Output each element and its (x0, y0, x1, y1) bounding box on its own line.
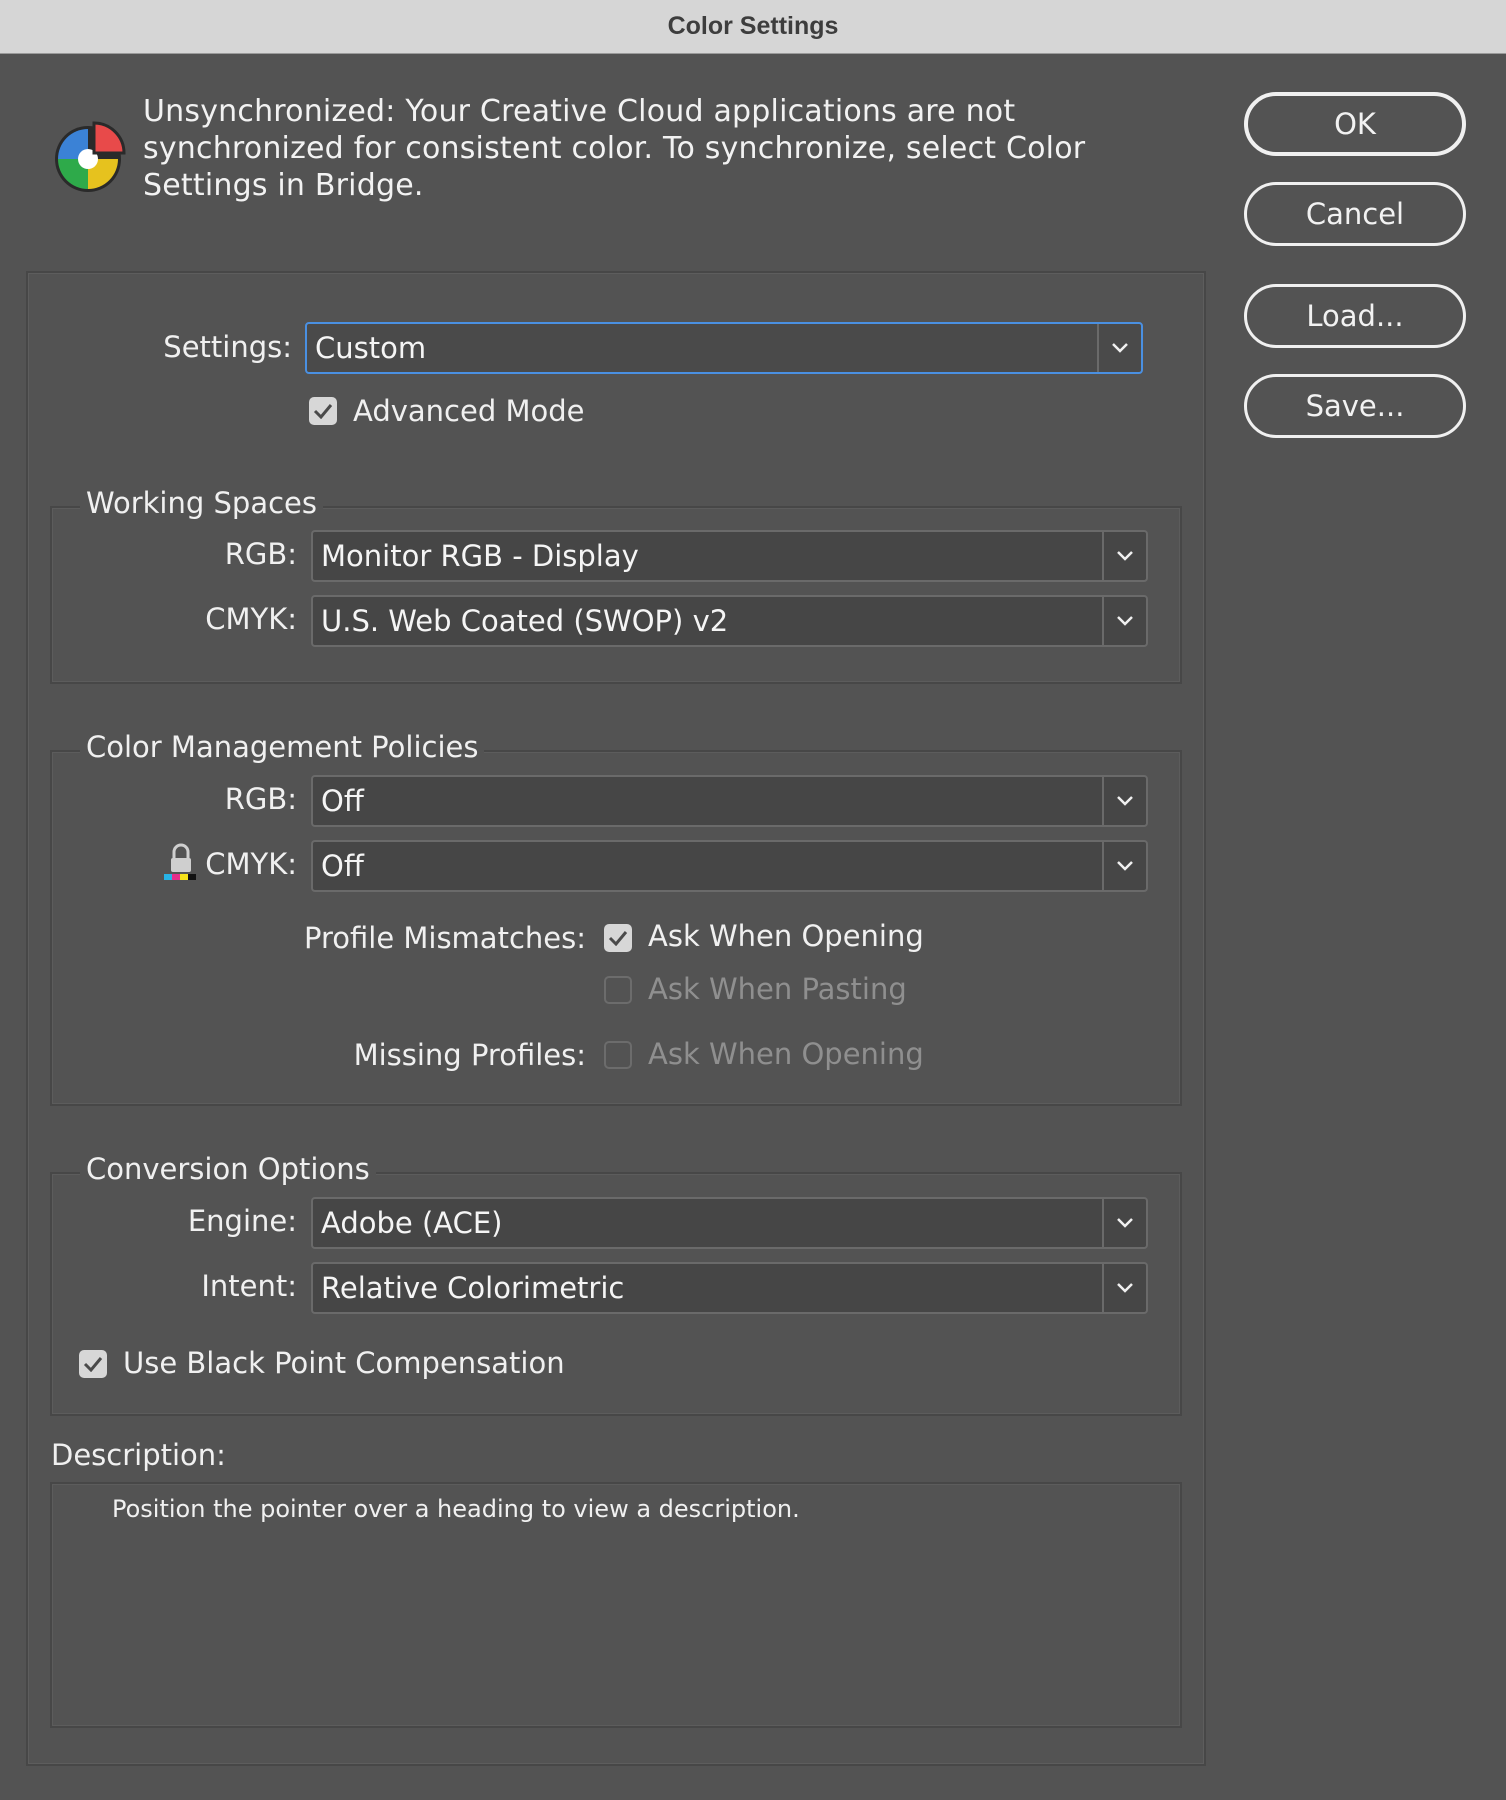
settings-value: Custom (315, 331, 427, 365)
cancel-button[interactable]: Cancel (1244, 182, 1466, 246)
window-titlebar: Color Settings (0, 0, 1506, 54)
advanced-mode-label: Advanced Mode (353, 394, 585, 428)
profile-mismatches-label: Profile Mismatches: (303, 921, 586, 955)
mismatch-ask-pasting-label: Ask When Pasting (648, 972, 907, 1006)
description-label: Description: (51, 1438, 226, 1472)
settings-select[interactable]: Custom (305, 322, 1143, 374)
advanced-mode-checkbox[interactable] (309, 397, 337, 425)
color-wheel-icon (55, 121, 126, 192)
ws-rgb-select[interactable]: Monitor RGB - Display (311, 530, 1148, 582)
policy-cmyk-label: CMYK: (205, 847, 297, 881)
engine-label: Engine: (187, 1204, 297, 1238)
engine-value: Adobe (ACE) (321, 1206, 503, 1240)
policy-cmyk-value: Off (321, 849, 364, 883)
missing-ask-opening-label: Ask When Opening (648, 1037, 924, 1071)
engine-select[interactable]: Adobe (ACE) (311, 1197, 1148, 1249)
chevron-down-icon (1102, 1199, 1146, 1247)
conversion-title: Conversion Options (80, 1152, 376, 1186)
settings-label: Settings: (163, 330, 292, 364)
load-button[interactable]: Load... (1244, 284, 1466, 348)
black-point-label: Use Black Point Compensation (123, 1346, 565, 1380)
chevron-down-icon (1097, 324, 1141, 372)
ws-rgb-value: Monitor RGB - Display (321, 539, 639, 573)
intent-select[interactable]: Relative Colorimetric (311, 1262, 1148, 1314)
intent-value: Relative Colorimetric (321, 1271, 625, 1305)
black-point-checkbox[interactable] (79, 1350, 107, 1378)
chevron-down-icon (1102, 777, 1146, 825)
policy-rgb-label: RGB: (224, 782, 297, 816)
ws-cmyk-select[interactable]: U.S. Web Coated (SWOP) v2 (311, 595, 1148, 647)
policy-rgb-select[interactable]: Off (311, 775, 1148, 827)
checkmark-icon (608, 931, 628, 946)
working-spaces-title: Working Spaces (80, 486, 323, 520)
ok-button[interactable]: OK (1244, 92, 1466, 156)
missing-ask-opening-checkbox[interactable] (604, 1041, 632, 1069)
sync-message: Unsynchronized: Your Creative Cloud appl… (143, 94, 1086, 203)
save-button[interactable]: Save... (1244, 374, 1466, 438)
lock-icon (164, 843, 196, 880)
ws-rgb-label: RGB: (224, 537, 297, 571)
policies-title: Color Management Policies (80, 730, 485, 764)
checkmark-icon (83, 1357, 103, 1372)
mismatch-ask-pasting-checkbox[interactable] (604, 976, 632, 1004)
chevron-down-icon (1102, 842, 1146, 890)
ws-cmyk-value: U.S. Web Coated (SWOP) v2 (321, 604, 729, 638)
mismatch-ask-opening-label: Ask When Opening (648, 919, 924, 953)
chevron-down-icon (1102, 532, 1146, 580)
checkmark-icon (313, 404, 333, 419)
chevron-down-icon (1102, 597, 1146, 645)
policy-rgb-value: Off (321, 784, 364, 818)
description-text: Position the pointer over a heading to v… (112, 1495, 800, 1523)
intent-label: Intent: (201, 1269, 297, 1303)
chevron-down-icon (1102, 1264, 1146, 1312)
window-title: Color Settings (667, 12, 839, 40)
policy-cmyk-select[interactable]: Off (311, 840, 1148, 892)
mismatch-ask-opening-checkbox[interactable] (604, 924, 632, 952)
ws-cmyk-label: CMYK: (205, 602, 297, 636)
missing-profiles-label: Missing Profiles: (353, 1038, 586, 1072)
